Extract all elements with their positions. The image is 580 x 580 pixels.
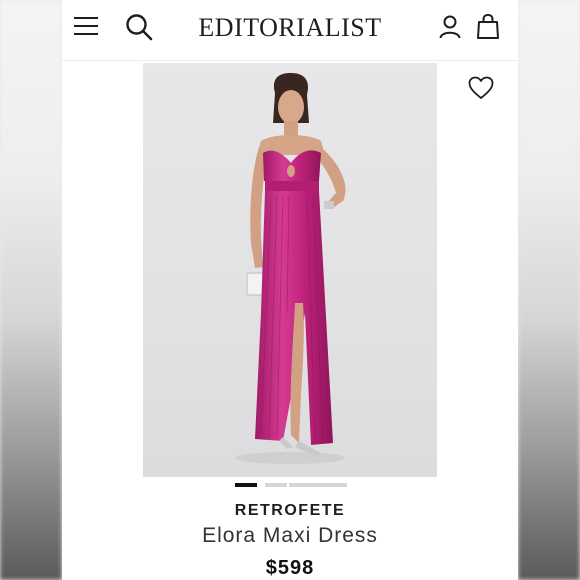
background-blur-left <box>0 0 62 580</box>
search-icon[interactable] <box>124 12 154 42</box>
hamburger-menu-icon[interactable] <box>72 14 100 40</box>
carousel-dot-4[interactable] <box>311 483 333 487</box>
background-blur-right <box>518 0 580 580</box>
product-name: Elora Maxi Dress <box>202 524 378 547</box>
carousel-dot-1[interactable] <box>235 483 257 487</box>
carousel-dot-2[interactable] <box>265 483 287 487</box>
carousel-dot-3[interactable] <box>289 483 311 487</box>
image-carousel-indicator <box>235 483 347 489</box>
product-page: EDITORIALIST RETROFETE Elora Maxi Dress … <box>62 0 518 580</box>
model-in-dress-illustration <box>235 73 346 464</box>
product-image[interactable] <box>143 63 437 477</box>
product-brand[interactable]: RETROFETE <box>62 502 518 520</box>
site-header: EDITORIALIST <box>62 0 518 61</box>
wishlist-heart-icon[interactable] <box>468 76 494 100</box>
product-price: $598 <box>265 557 315 579</box>
account-icon[interactable] <box>438 14 462 40</box>
carousel-dot-5[interactable] <box>333 483 347 487</box>
shopping-bag-icon[interactable] <box>476 12 500 40</box>
editorialist-logo[interactable]: EDITORIALIST <box>190 10 390 46</box>
